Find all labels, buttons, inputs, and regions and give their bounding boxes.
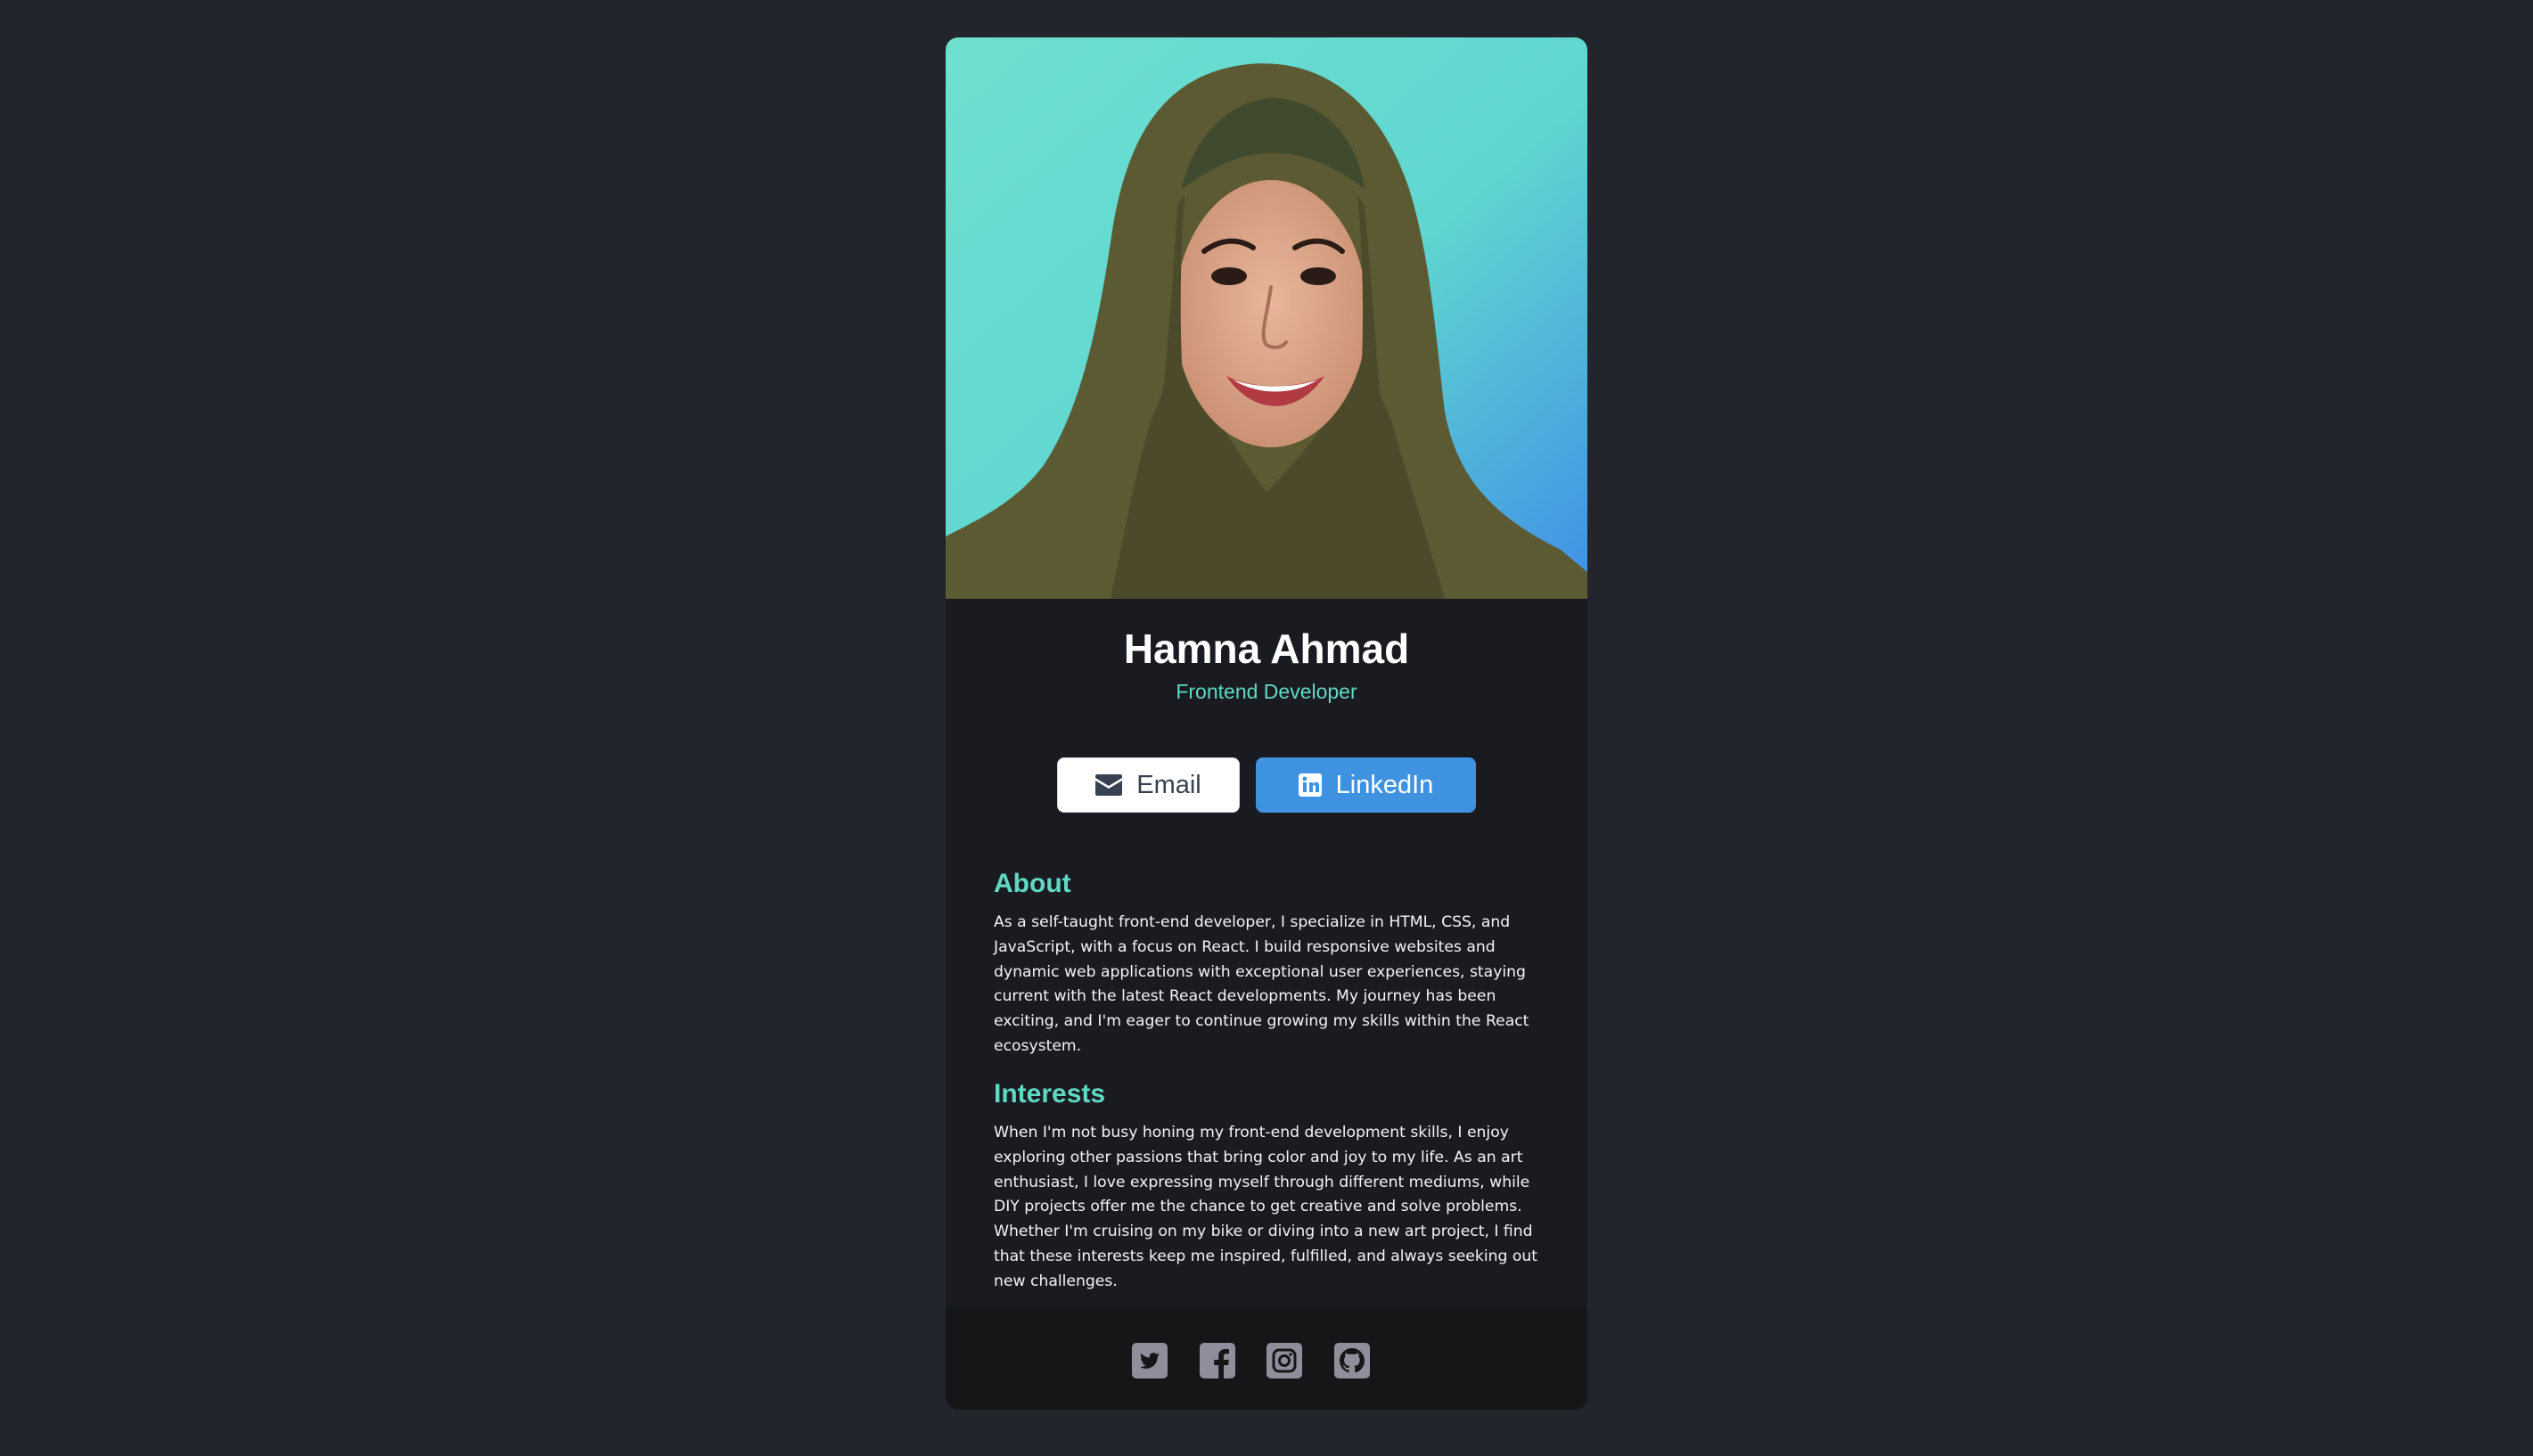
facebook-icon[interactable] [1200, 1343, 1235, 1378]
about-heading: About [994, 869, 1071, 898]
contact-buttons: Email LinkedIn [946, 757, 1587, 813]
about-text: As a self-taught front-end developer, I … [994, 913, 1529, 1055]
interests-section: Interests When I'm not busy honing my fr… [994, 1078, 1546, 1295]
profile-card: Hamna Ahmad Frontend Developer Email Lin… [946, 37, 1587, 1410]
instagram-icon[interactable] [1266, 1343, 1302, 1378]
profile-name: Hamna Ahmad [1123, 626, 1410, 672]
interests-text: When I'm not busy honing my front-end de… [994, 1124, 1538, 1290]
github-icon[interactable] [1334, 1343, 1370, 1378]
email-button-label: Email [1136, 770, 1201, 799]
envelope-icon [1095, 774, 1123, 796]
linkedin-button[interactable]: LinkedIn [1256, 757, 1476, 813]
email-button[interactable]: Email [1057, 757, 1240, 813]
profile-photo [946, 37, 1587, 599]
footer [946, 1307, 1587, 1410]
linkedin-button-label: LinkedIn [1335, 770, 1434, 799]
about-section: About As a self-taught front-end develop… [994, 868, 1546, 1059]
profile-title: Frontend Developer [1176, 680, 1357, 703]
linkedin-icon [1298, 773, 1322, 797]
interests-heading: Interests [994, 1079, 1106, 1108]
twitter-icon[interactable] [1132, 1343, 1168, 1378]
profile-info: Hamna Ahmad Frontend Developer Email Lin… [946, 599, 1587, 1290]
